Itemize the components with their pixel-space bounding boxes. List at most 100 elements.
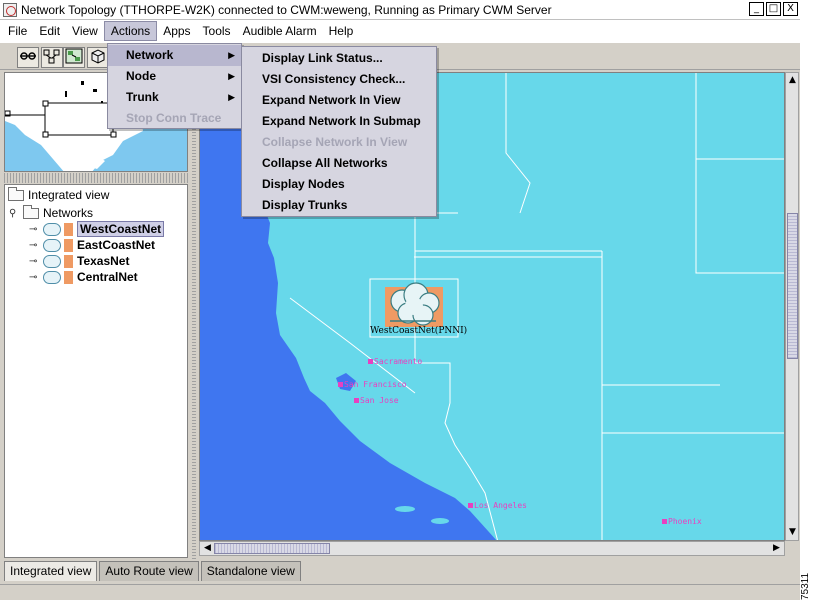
submenu-expand-network-in-view[interactable]: Expand Network In View — [242, 90, 436, 111]
map-vertical-scrollbar[interactable]: ▲ ▼ — [785, 72, 799, 541]
expander-collapsed-icon[interactable]: ⊸ — [29, 272, 43, 283]
city-marker-icon — [468, 503, 473, 508]
cloud-network-icon — [43, 270, 61, 284]
network-topology-window: Network Topology (TTHORPE-W2K) connected… — [0, 0, 800, 600]
city-sacramento[interactable]: Sacramento — [368, 357, 422, 366]
submenu-arrow-icon: ▶ — [228, 71, 235, 81]
city-marker-icon — [354, 398, 359, 403]
tree-networks-folder[interactable]: ⚲ Networks — [9, 204, 94, 221]
splitter-grip[interactable] — [192, 72, 196, 560]
menu-file[interactable]: File — [2, 21, 33, 41]
menu-tools[interactable]: Tools — [197, 21, 237, 41]
city-label: Phoenix — [668, 517, 702, 526]
submenu-vsi-consistency-check[interactable]: VSI Consistency Check... — [242, 69, 436, 90]
app-icon — [3, 2, 17, 17]
actions-menu-trunk[interactable]: Trunk ▶ — [108, 87, 241, 108]
submenu-display-nodes[interactable]: Display Nodes — [242, 174, 436, 195]
city-marker-icon — [368, 359, 373, 364]
network-color-swatch — [64, 238, 73, 252]
figure-id: 75311 — [800, 572, 811, 600]
tree-item-eastcoastnet[interactable]: ⊸ EastCoastNet — [29, 237, 155, 253]
submenu-display-trunks[interactable]: Display Trunks — [242, 195, 436, 216]
menu-edit[interactable]: Edit — [33, 21, 66, 41]
expander-collapsed-icon[interactable]: ⊸ — [29, 224, 43, 235]
scroll-right-icon[interactable]: ▶ — [770, 542, 783, 555]
close-button[interactable]: X — [783, 2, 798, 16]
tree-root-integrated-view[interactable]: Integrated view — [8, 186, 110, 203]
city-label: Los Angeles — [474, 501, 527, 510]
tree-root-label: Integrated view — [28, 188, 110, 202]
menu-view[interactable]: View — [66, 21, 104, 41]
toolbar-box-icon[interactable] — [87, 47, 109, 68]
window-title: Network Topology (TTHORPE-W2K) connected… — [21, 2, 552, 17]
actions-menu: Network ▶ Node ▶ Trunk ▶ Stop Conn Trace — [107, 43, 242, 129]
submenu-arrow-icon: ▶ — [228, 92, 235, 102]
tab-standalone-view[interactable]: Standalone view — [200, 561, 301, 581]
tree-item-westcoastnet[interactable]: ⊸ WestCoastNet — [29, 221, 165, 237]
network-tree: Integrated view ⚲ Networks ⊸ WestCoastNe… — [4, 184, 188, 558]
menu-bar: File Edit View Actions Apps Tools Audibl… — [0, 20, 800, 42]
scroll-left-icon[interactable]: ◀ — [201, 542, 214, 555]
expander-open-icon[interactable]: ⚲ — [9, 208, 23, 219]
maximize-button[interactable]: □ — [766, 2, 781, 16]
menu-item-label: Stop Conn Trace — [126, 111, 222, 125]
menu-actions[interactable]: Actions — [103, 21, 158, 41]
toolbar-hierarchy-icon[interactable] — [41, 47, 63, 68]
submenu-arrow-icon: ▶ — [228, 50, 235, 60]
scroll-down-icon[interactable]: ▼ — [786, 526, 799, 539]
city-san-francisco[interactable]: San Francisco — [338, 380, 407, 389]
menu-audible-alarm[interactable]: Audible Alarm — [237, 21, 323, 41]
expander-collapsed-icon[interactable]: ⊸ — [29, 256, 43, 267]
folder-icon — [23, 204, 39, 219]
tree-item-label: CentralNet — [77, 270, 138, 284]
tree-networks-label: Networks — [43, 206, 94, 220]
menu-help[interactable]: Help — [323, 21, 360, 41]
map-network-node-label[interactable]: WestCoastNet(PNNI) — [370, 326, 467, 336]
tab-auto-route-view[interactable]: Auto Route view — [99, 561, 199, 581]
city-marker-icon — [338, 382, 343, 387]
minimize-button[interactable]: _ — [749, 2, 764, 16]
city-marker-icon — [662, 519, 667, 524]
tab-integrated-view[interactable]: Integrated view — [4, 561, 98, 581]
network-color-swatch — [64, 254, 73, 268]
menu-item-label: Trunk — [126, 90, 159, 104]
cloud-network-icon — [43, 254, 61, 268]
view-tabs: Integrated view Auto Route view Standalo… — [4, 561, 303, 581]
menu-apps[interactable]: Apps — [157, 21, 196, 41]
tree-item-label: EastCoastNet — [77, 238, 156, 252]
actions-menu-network[interactable]: Network ▶ — [108, 45, 241, 66]
toolbar-network-view-icon[interactable] — [63, 47, 85, 68]
horizontal-scroll-thumb[interactable] — [214, 543, 330, 554]
tree-item-texasnet[interactable]: ⊸ TexasNet — [29, 253, 129, 269]
network-color-swatch — [64, 222, 73, 236]
toolbar-link-icon[interactable] — [17, 47, 39, 68]
network-submenu: Display Link Status... VSI Consistency C… — [241, 46, 437, 217]
panel-splitter-horizontal[interactable] — [4, 173, 188, 183]
window-controls: _ □ X — [749, 2, 798, 16]
city-phoenix[interactable]: Phoenix — [662, 517, 702, 526]
menu-item-label: Node — [126, 69, 156, 83]
actions-menu-node[interactable]: Node ▶ — [108, 66, 241, 87]
scroll-up-icon[interactable]: ▲ — [786, 74, 799, 87]
map-horizontal-scrollbar[interactable]: ◀ ▶ — [199, 541, 785, 556]
submenu-collapse-all-networks[interactable]: Collapse All Networks — [242, 153, 436, 174]
cloud-network-icon — [43, 222, 61, 236]
submenu-collapse-network-in-view: Collapse Network In View — [262, 135, 408, 149]
cloud-network-icon — [43, 238, 61, 252]
title-bar: Network Topology (TTHORPE-W2K) connected… — [0, 0, 800, 20]
expander-collapsed-icon[interactable]: ⊸ — [29, 240, 43, 251]
city-san-jose[interactable]: San Jose — [354, 396, 399, 405]
status-bar — [0, 584, 800, 600]
panel-splitter-vertical[interactable] — [190, 72, 198, 560]
city-los-angeles[interactable]: Los Angeles — [468, 501, 527, 510]
city-label: Sacramento — [374, 357, 423, 366]
tree-item-label: TexasNet — [77, 254, 130, 268]
city-label: San Jose — [360, 396, 399, 405]
vertical-scroll-thumb[interactable] — [787, 213, 798, 359]
actions-menu-stop-conn-trace: Stop Conn Trace — [108, 108, 241, 129]
menu-item-label: Network — [126, 48, 174, 62]
network-color-swatch — [64, 270, 73, 284]
submenu-display-link-status[interactable]: Display Link Status... — [242, 48, 436, 69]
submenu-expand-network-in-submap[interactable]: Expand Network In Submap — [242, 111, 436, 132]
tree-item-centralnet[interactable]: ⊸ CentralNet — [29, 269, 138, 285]
